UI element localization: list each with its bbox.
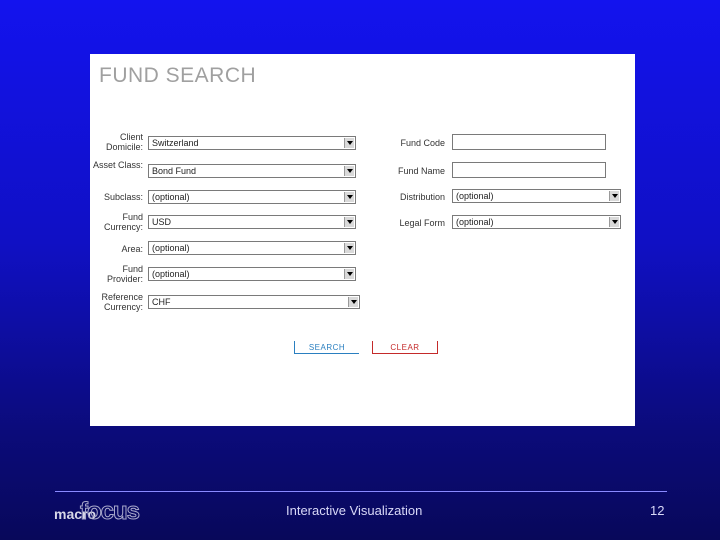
fund-code-input[interactable] bbox=[452, 134, 606, 150]
chevron-down-icon[interactable] bbox=[348, 297, 358, 307]
distribution-label: Distribution bbox=[399, 192, 445, 202]
footer-title: Interactive Visualization bbox=[286, 503, 423, 518]
area-select[interactable]: (optional) bbox=[148, 241, 356, 255]
fund-name-label: Fund Name bbox=[397, 166, 445, 176]
fund-provider-value: (optional) bbox=[152, 269, 190, 279]
chevron-down-icon[interactable] bbox=[344, 217, 354, 227]
subclass-value: (optional) bbox=[152, 192, 190, 202]
subclass-label: Subclass: bbox=[103, 192, 143, 202]
fund-code-label: Fund Code bbox=[400, 138, 445, 148]
panel-title: FUND SEARCH bbox=[99, 64, 257, 87]
search-button[interactable]: SEARCH bbox=[294, 341, 359, 354]
chevron-down-icon[interactable] bbox=[344, 138, 354, 148]
asset-class-value: Bond Fund bbox=[152, 166, 197, 176]
logo-main: focus bbox=[79, 498, 140, 526]
fund-provider-select[interactable]: (optional) bbox=[148, 267, 356, 281]
chevron-down-icon[interactable] bbox=[344, 243, 354, 253]
client-domicile-select[interactable]: Switzerland bbox=[148, 136, 356, 150]
fund-name-input[interactable] bbox=[452, 162, 606, 178]
distribution-select[interactable]: (optional) bbox=[452, 189, 621, 203]
fund-currency-label: Fund Currency: bbox=[103, 212, 143, 232]
legal-form-label: Legal Form bbox=[399, 218, 445, 228]
asset-class-select[interactable]: Bond Fund bbox=[148, 164, 356, 178]
fund-currency-value: USD bbox=[152, 217, 172, 227]
reference-currency-select[interactable]: CHF bbox=[148, 295, 360, 309]
fund-currency-select[interactable]: USD bbox=[148, 215, 356, 229]
reference-currency-value: CHF bbox=[152, 297, 171, 307]
chevron-down-icon[interactable] bbox=[609, 217, 619, 227]
asset-class-label: Asset Class: bbox=[92, 160, 143, 170]
area-label: Area: bbox=[121, 244, 143, 254]
chevron-down-icon[interactable] bbox=[344, 269, 354, 279]
chevron-down-icon[interactable] bbox=[344, 192, 354, 202]
footer-divider bbox=[55, 491, 667, 492]
area-value: (optional) bbox=[152, 243, 190, 253]
legal-form-select[interactable]: (optional) bbox=[452, 215, 621, 229]
chevron-down-icon[interactable] bbox=[609, 191, 619, 201]
fund-search-panel: FUND SEARCH Client Domicile: Switzerland… bbox=[90, 54, 635, 426]
distribution-value: (optional) bbox=[456, 191, 494, 201]
clear-button[interactable]: CLEAR bbox=[372, 341, 438, 354]
page-number: 12 bbox=[650, 503, 665, 518]
legal-form-value: (optional) bbox=[456, 217, 494, 227]
client-domicile-value: Switzerland bbox=[152, 138, 199, 148]
reference-currency-label: Reference Currency: bbox=[101, 292, 143, 312]
chevron-down-icon[interactable] bbox=[344, 166, 354, 176]
subclass-select[interactable]: (optional) bbox=[148, 190, 356, 204]
client-domicile-label: Client Domicile: bbox=[105, 132, 143, 152]
fund-provider-label: Fund Provider: bbox=[106, 264, 143, 284]
